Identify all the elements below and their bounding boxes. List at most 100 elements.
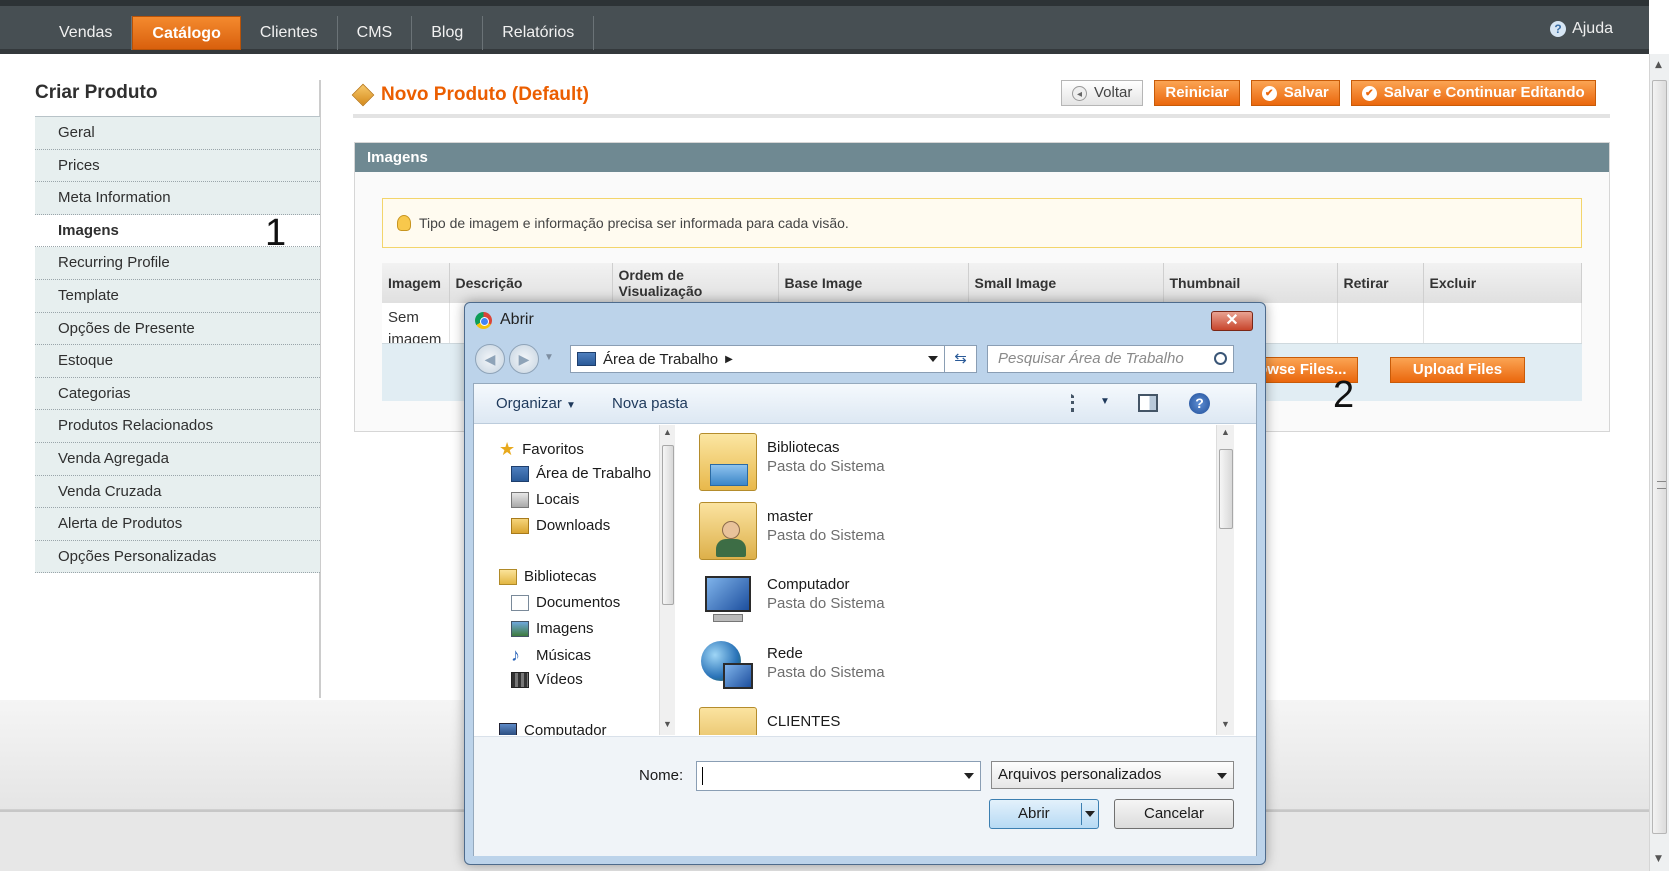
nav-pane-scrollbar[interactable]: ▲ ▼: [659, 425, 675, 735]
upload-files-button[interactable]: Upload Files: [1390, 357, 1525, 383]
preview-pane-icon[interactable]: [1138, 394, 1158, 412]
tab-template[interactable]: Template: [35, 279, 320, 313]
file-type-select[interactable]: Arquivos personalizados: [991, 761, 1234, 789]
breadcrumb-arrow-icon[interactable]: ▶: [725, 354, 733, 365]
list-item[interactable]: master Pasta do Sistema: [699, 502, 885, 560]
scroll-up-icon[interactable]: ▲: [663, 427, 672, 437]
network-globe-icon: [699, 639, 757, 697]
tab-meta-information[interactable]: Meta Information: [35, 182, 320, 215]
file-name-dropdown-icon[interactable]: [964, 773, 974, 779]
tab-prices[interactable]: Prices: [35, 149, 320, 183]
close-button[interactable]: ✕: [1211, 311, 1253, 331]
new-folder-button[interactable]: Nova pasta: [612, 395, 688, 412]
file-type: Pasta do Sistema: [767, 527, 885, 544]
nav-scroll-thumb[interactable]: [662, 445, 674, 605]
tab-estoque[interactable]: Estoque: [35, 345, 320, 378]
refresh-button[interactable]: ⇆: [945, 345, 977, 373]
documents-icon: [511, 594, 529, 611]
col-ordem: Ordem de Visualização: [612, 263, 779, 303]
save-continue-button[interactable]: ✔ Salvar e Continuar Editando: [1350, 80, 1596, 106]
forward-nav-button[interactable]: ▶: [509, 344, 539, 374]
menu-cms[interactable]: CMS: [338, 16, 413, 50]
scroll-down-icon[interactable]: ▼: [1655, 854, 1662, 864]
sidebar-title: Criar Produto: [35, 82, 158, 103]
user-folder-icon: [699, 502, 757, 560]
save-label: Salvar: [1283, 84, 1329, 101]
nav-downloads[interactable]: Downloads: [511, 517, 610, 534]
search-input[interactable]: Pesquisar Área de Trabalho: [987, 345, 1234, 373]
file-name-label: Nome:: [639, 767, 684, 784]
organize-button[interactable]: Organizar ▼: [496, 395, 576, 412]
navigation-pane: ★ Favoritos Área de Trabalho Locais Downl…: [474, 425, 674, 735]
open-button[interactable]: Abrir: [989, 799, 1099, 829]
nav-favorites[interactable]: ★ Favoritos: [499, 439, 584, 460]
scroll-up-icon[interactable]: ▲: [1221, 427, 1230, 437]
nav-locais[interactable]: Locais: [511, 491, 579, 508]
tab-venda-agregada[interactable]: Venda Agregada: [35, 442, 320, 476]
list-item[interactable]: Rede Pasta do Sistema: [699, 639, 885, 697]
menu-catalogo[interactable]: Catálogo: [132, 16, 241, 50]
file-scroll-thumb[interactable]: [1219, 449, 1233, 529]
dialog-body: Organizar ▼ Nova pasta ▼ ? ★ Favoritos Ár…: [473, 383, 1257, 856]
menu-relatorios[interactable]: Relatórios: [483, 16, 595, 50]
cancel-button[interactable]: Cancelar: [1114, 799, 1234, 829]
scrollbar-thumb[interactable]: [1652, 80, 1667, 834]
page-header: Novo Produto (Default): [351, 83, 589, 107]
save-button[interactable]: ✔ Salvar: [1250, 80, 1340, 106]
open-dropdown-icon[interactable]: [1085, 811, 1095, 817]
nav-music[interactable]: ♪ Músicas: [511, 645, 591, 666]
videos-icon: [511, 671, 529, 688]
header-divider: [353, 114, 1610, 118]
menu-clientes[interactable]: Clientes: [241, 16, 338, 50]
folder-icon: [699, 707, 757, 735]
file-name: Rede: [767, 645, 803, 662]
reset-button[interactable]: Reiniciar: [1154, 80, 1240, 106]
chrome-icon: [475, 311, 492, 329]
tab-venda-cruzada[interactable]: Venda Cruzada: [35, 475, 320, 509]
view-options-icon[interactable]: [1071, 394, 1091, 412]
page-scrollbar[interactable]: ▲ ▼: [1649, 54, 1669, 871]
menu-vendas[interactable]: Vendas: [40, 16, 133, 50]
list-item[interactable]: CLIENTES: [699, 707, 840, 735]
nav-images[interactable]: Imagens: [511, 620, 594, 637]
col-base-image: Base Image: [778, 263, 969, 303]
view-dropdown-icon[interactable]: ▼: [1100, 396, 1110, 407]
help-link[interactable]: ? Ajuda: [1550, 20, 1613, 38]
scroll-down-icon[interactable]: ▼: [1221, 719, 1230, 729]
tab-produtos-relacionados[interactable]: Produtos Relacionados: [35, 410, 320, 443]
nav-computer[interactable]: Computador: [499, 722, 607, 735]
tab-geral[interactable]: Geral: [35, 117, 320, 150]
open-split-divider: [1081, 803, 1082, 825]
back-arrow-icon: ◂: [1072, 85, 1087, 101]
scroll-up-icon[interactable]: ▲: [1655, 60, 1662, 70]
nav-libraries[interactable]: Bibliotecas: [499, 568, 597, 585]
tab-alerta-de-produtos[interactable]: Alerta de Produtos: [35, 508, 320, 541]
history-dropdown-icon[interactable]: ▼: [544, 352, 554, 363]
file-name: CLIENTES: [767, 713, 841, 730]
address-bar[interactable]: Área de Trabalho ▶: [570, 345, 945, 373]
file-list-scrollbar[interactable]: ▲ ▼: [1216, 425, 1234, 735]
col-retirar: Retirar: [1337, 263, 1424, 303]
nav-desktop[interactable]: Área de Trabalho: [511, 465, 651, 482]
pictures-icon: [511, 620, 529, 637]
tab-categorias[interactable]: Categorias: [35, 377, 320, 411]
list-item[interactable]: Bibliotecas Pasta do Sistema: [699, 433, 885, 491]
nav-videos[interactable]: Vídeos: [511, 671, 583, 688]
back-button[interactable]: ◂ Voltar: [1061, 80, 1144, 106]
libraries-icon: [499, 568, 517, 585]
file-list: Bibliotecas Pasta do Sistema master Pasta …: [679, 425, 1214, 735]
star-icon: ★: [499, 439, 516, 459]
nav-documents[interactable]: Documentos: [511, 594, 620, 611]
help-label: Ajuda: [1572, 20, 1613, 37]
tab-opcoes-de-presente[interactable]: Opções de Presente: [35, 312, 320, 346]
tab-opcoes-personalizadas[interactable]: Opções Personalizadas: [35, 540, 320, 574]
list-item[interactable]: Computador Pasta do Sistema: [699, 570, 885, 628]
scroll-down-icon[interactable]: ▼: [663, 719, 672, 729]
dialog-help-icon[interactable]: ?: [1189, 393, 1210, 414]
file-type-dropdown-icon: [1217, 773, 1227, 779]
back-nav-button[interactable]: ◀: [475, 344, 505, 374]
notice-text: Tipo de imagem e informação precisa ser …: [419, 215, 849, 231]
address-dropdown-icon[interactable]: [928, 356, 938, 362]
menu-blog[interactable]: Blog: [412, 16, 484, 50]
file-name-input[interactable]: [696, 761, 981, 791]
